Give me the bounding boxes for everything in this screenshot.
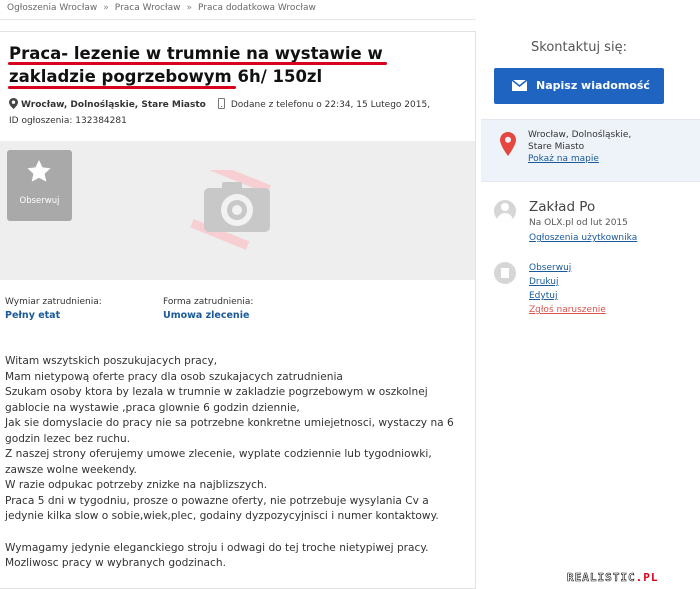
description-line: Jak sie domyslacie do pracy nie sa potrz… (5, 417, 454, 429)
send-message-button[interactable]: Napisz wiadomość (494, 68, 664, 104)
ad-location[interactable]: Wrocław, Dolnośląskie, Stare Miasto (21, 100, 206, 110)
star-icon (27, 160, 51, 182)
ad-location-line: Wrocław, Dolnośląskie, Stare Miasto Dodan… (9, 98, 430, 110)
contact-heading: Skontaktuj się: (531, 40, 627, 55)
description-line: Witam wszytskich poszukujacych pracy, (5, 355, 218, 367)
seller-since: Na OLX.pl od lut 2015 (529, 218, 628, 228)
ad-title: Praca- lezenie w trumnie na wystawie w z… (9, 42, 449, 88)
print-link[interactable]: Drukuj (529, 277, 558, 287)
contract-value[interactable]: Umowa zlecenie (163, 310, 249, 321)
user-avatar-icon (494, 200, 516, 222)
description-line: W razie odpukac potrzeby znizke na najbl… (5, 479, 268, 491)
seller-name: Zakład Po (529, 199, 596, 215)
description-line: Z naszej strony oferujemy umowe zlecenie… (5, 448, 432, 460)
seller-location-box: Wrocław, Dolnośląskie, Stare Miasto Poka… (481, 119, 700, 182)
description-line: jedynie kilka slow o sobie,wiek,plec, go… (5, 510, 439, 522)
description-line: Szukam osoby ktora by lezala w trumnie w… (5, 386, 428, 398)
ad-added-date: Dodane z telefonu o 22:34, 15 Lutego 201… (230, 100, 431, 110)
breadcrumb-separator: » (103, 3, 109, 13)
seller-ads-link[interactable]: Ogłoszenia użytkownika (529, 233, 637, 243)
camera-icon (190, 170, 271, 250)
flag-icon (494, 262, 516, 284)
description-line: Wymagamy jedynie eleganckiego stroju i o… (5, 541, 429, 554)
breadcrumb-separator: » (186, 3, 193, 13)
description-line: Mam nietypową oferte pracy dla osob szuk… (5, 370, 343, 383)
red-underline-annotation (8, 86, 236, 89)
seller-location-line1: Wrocław, Dolnośląskie, (528, 130, 632, 140)
show-on-map-link[interactable]: Pokaż na mapie (528, 153, 631, 165)
envelope-icon (512, 80, 527, 91)
map-pin-icon (500, 132, 516, 156)
observe-link[interactable]: Obserwuj (529, 263, 571, 273)
seller-location-line2: Stare Miasto (528, 142, 585, 152)
description-line: godzin lezec bez ruchu. (5, 432, 131, 445)
breadcrumb-item-ogloszenia[interactable]: Ogłoszenia Wrocław (7, 3, 97, 13)
red-underline-annotation (8, 62, 387, 65)
employment-value[interactable]: Pełny etat (5, 310, 60, 321)
breadcrumb-item-praca-dodatkowa[interactable]: Praca dodatkowa Wrocław (198, 3, 316, 13)
realistic-watermark-logo: REALISTIC.PL (567, 571, 659, 585)
ad-id: ID ogłoszenia: 132384281 (9, 116, 127, 126)
employment-label: Wymiar zatrudnienia: (5, 297, 102, 307)
send-message-label: Napisz wiadomość (536, 79, 650, 92)
observe-label: Obserwuj (19, 196, 60, 206)
ad-description: Witam wszytskich poszukujacych pracy, Ma… (5, 354, 470, 572)
observe-button[interactable]: Obserwuj (7, 150, 72, 221)
breadcrumb: Ogłoszenia Wrocław » Praca Wrocław » Praca d… (0, 0, 476, 20)
breadcrumb-item-praca[interactable]: Praca Wrocław (115, 3, 181, 13)
edit-link[interactable]: Edytuj (529, 291, 557, 301)
description-line: Praca 5 dni w tygodniu, prosze o powazne… (5, 494, 429, 507)
ad-title-line2: zakladzie pogrzebowym 6h/ 150zl (9, 67, 323, 86)
description-line: zawsze wolne weekendy. (5, 463, 137, 476)
description-line: gablocie na wystawie ,praca glownie 6 go… (5, 401, 300, 414)
report-link[interactable]: Zgłoś naruszenie (529, 305, 606, 315)
description-line: Mozliwosc pracy w wybranych godzinach. (5, 557, 226, 569)
contract-label: Forma zatrudnienia: (163, 297, 254, 307)
phone-icon (217, 98, 225, 109)
location-pin-icon (9, 98, 18, 109)
